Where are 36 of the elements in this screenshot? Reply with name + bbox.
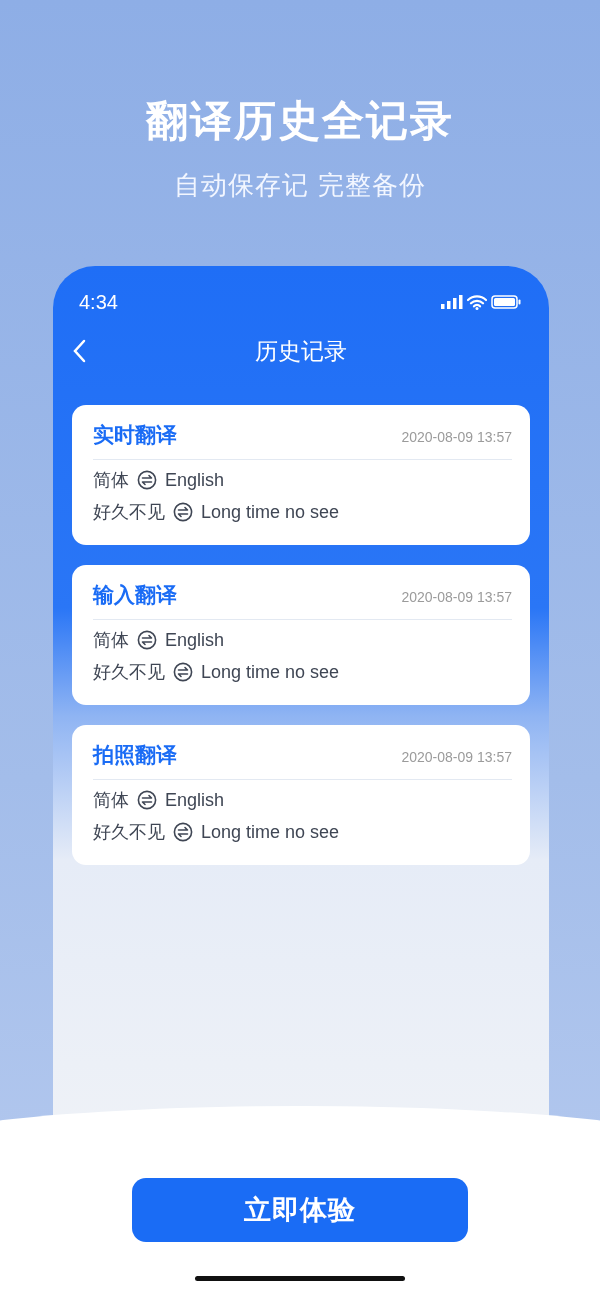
target-language: English bbox=[165, 788, 225, 812]
signal-icon bbox=[441, 295, 463, 309]
back-button[interactable] bbox=[71, 338, 87, 364]
record-date: 2020-08-09 13:57 bbox=[401, 747, 512, 767]
swap-icon bbox=[137, 629, 157, 650]
record-date: 2020-08-09 13:57 bbox=[401, 427, 512, 447]
headline: 翻译历史全记录 bbox=[144, 98, 455, 145]
source-language: 简体 bbox=[93, 468, 129, 492]
swap-icon bbox=[137, 789, 157, 810]
swap-icon bbox=[173, 501, 193, 522]
swap-icon bbox=[137, 469, 157, 490]
source-text: 好久不见 bbox=[93, 820, 165, 844]
source-text: 好久不见 bbox=[93, 660, 165, 684]
record-card[interactable]: 输入翻译 2020-08-09 13:57 简体 English 好久不见 Long time no see bbox=[72, 565, 530, 705]
record-type: 实时翻译 bbox=[93, 422, 177, 448]
record-card[interactable]: 实时翻译 2020-08-09 13:57 简体 English 好久不见 Long time no see bbox=[72, 405, 530, 545]
swap-icon bbox=[173, 821, 193, 842]
status-time: 4:34 bbox=[79, 290, 118, 315]
source-text: 好久不见 bbox=[93, 500, 165, 524]
target-language: English bbox=[165, 628, 225, 652]
subheadline: 自动保存记 完整备份 bbox=[173, 169, 427, 203]
record-type: 输入翻译 bbox=[93, 582, 177, 608]
swap-icon bbox=[173, 661, 193, 682]
target-language: English bbox=[165, 468, 225, 492]
wifi-icon bbox=[467, 294, 487, 310]
try-now-button[interactable]: 立即体验 bbox=[132, 1178, 468, 1242]
translated-text: Long time no see bbox=[201, 660, 340, 684]
translated-text: Long time no see bbox=[201, 500, 340, 524]
source-language: 简体 bbox=[93, 628, 129, 652]
source-language: 简体 bbox=[93, 788, 129, 812]
battery-icon bbox=[491, 295, 521, 309]
record-type: 拍照翻译 bbox=[93, 742, 177, 768]
translated-text: Long time no see bbox=[201, 820, 340, 844]
record-date: 2020-08-09 13:57 bbox=[401, 587, 512, 607]
record-card[interactable]: 拍照翻译 2020-08-09 13:57 简体 English 好久不见 Long time no see bbox=[72, 725, 530, 865]
page-title: 历史记录 bbox=[255, 336, 347, 366]
